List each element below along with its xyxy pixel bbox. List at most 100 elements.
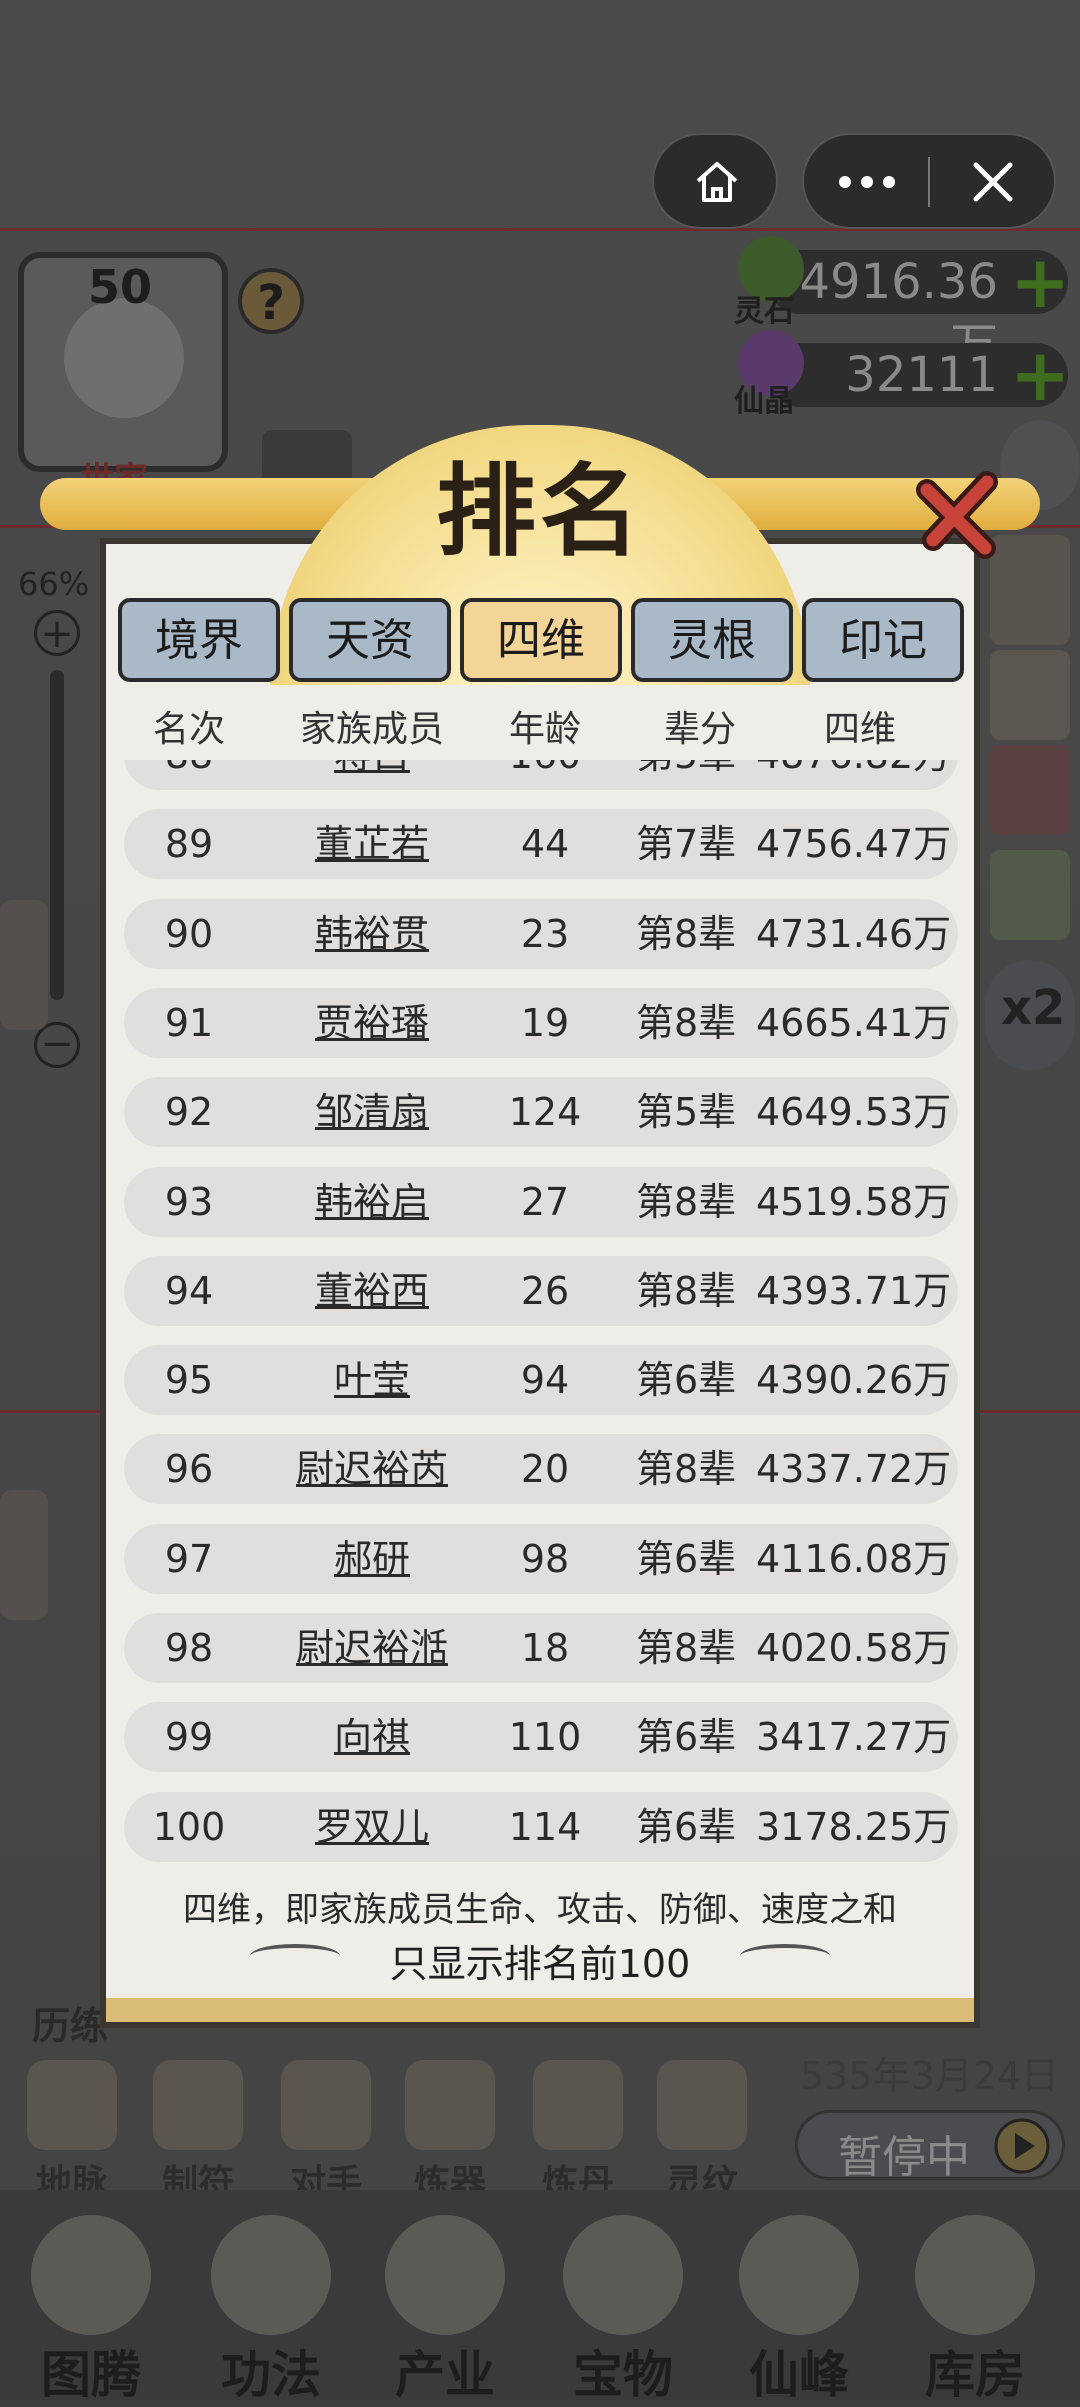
member-name-link[interactable]: 董裕西 xyxy=(254,1256,490,1326)
family-member-card[interactable] xyxy=(0,1490,48,1620)
nav-storehouse[interactable]: 库房 xyxy=(900,2215,1050,2407)
ranking-row[interactable]: 91 贾裕璠 19 第8辈 4665.41万 xyxy=(124,987,958,1058)
tab-mark[interactable]: 印记 xyxy=(802,598,964,682)
more-icon[interactable] xyxy=(838,173,896,191)
stat-value-cell: 3417.27万 xyxy=(756,1715,952,1760)
tab-talent[interactable]: 天资 xyxy=(289,598,451,682)
game-date: 535年3月24日 xyxy=(800,2054,1060,2098)
member-name-link[interactable]: 韩裕贯 xyxy=(254,899,490,969)
generation-cell: 第7辈 xyxy=(636,822,737,867)
map-icon[interactable] xyxy=(990,850,1070,940)
member-name-link[interactable]: 罗双儿 xyxy=(254,1792,490,1862)
member-name-link[interactable]: 邹清扇 xyxy=(254,1077,490,1147)
member-name-link[interactable]: 董芷若 xyxy=(254,809,490,879)
tab-spirit-root[interactable]: 灵根 xyxy=(631,598,793,682)
age-cell: 26 xyxy=(520,1268,570,1313)
history-label[interactable]: 历练 xyxy=(32,1995,108,2050)
ranking-row[interactable]: 95 叶莹 94 第6辈 4390.26万 xyxy=(124,1345,958,1416)
header-age: 年龄 xyxy=(508,709,581,750)
book-icon[interactable] xyxy=(990,745,1070,835)
earth-vein-button[interactable]: 地脉 xyxy=(22,2060,122,2206)
stat-value-cell: 4390.26万 xyxy=(756,1358,952,1403)
age-cell: 44 xyxy=(520,822,570,867)
nav-industry[interactable]: 产业 xyxy=(370,2215,520,2407)
member-name-link[interactable]: 尉迟裕芮 xyxy=(254,1434,490,1504)
zoom-slider[interactable] xyxy=(50,670,64,1000)
member-name-link[interactable]: 韩裕启 xyxy=(254,1167,490,1237)
player-level: 50 xyxy=(88,260,153,314)
modal-bottom-border xyxy=(100,1998,980,2028)
tab-four-stats[interactable]: 四维 xyxy=(460,598,622,682)
nav-treasure[interactable]: 宝物 xyxy=(548,2215,698,2407)
generation-cell: 第8辈 xyxy=(636,1626,737,1670)
close-icon[interactable] xyxy=(968,157,1018,207)
separator xyxy=(928,157,930,207)
zoom-level: 66% xyxy=(18,565,90,603)
immortal-crystal-label: 仙晶 xyxy=(734,384,794,419)
add-crystal-button[interactable]: + xyxy=(1010,339,1070,411)
member-name-link[interactable]: 尉迟裕湉 xyxy=(254,1613,490,1683)
nav-totem[interactable]: 图腾 xyxy=(16,2215,166,2407)
ranking-row[interactable]: 99 向祺 110 第6辈 3417.27万 xyxy=(124,1702,958,1773)
ranking-row[interactable]: 96 尉迟裕芮 20 第8辈 4337.72万 xyxy=(124,1434,958,1505)
family-member-card[interactable] xyxy=(0,900,48,1030)
tab-realm[interactable]: 境界 xyxy=(118,598,280,682)
talisman-button[interactable]: 制符 xyxy=(148,2060,248,2206)
generation-cell: 第6辈 xyxy=(636,1715,737,1760)
technique-icon xyxy=(211,2215,331,2335)
member-name-link[interactable]: 郝研 xyxy=(254,1524,490,1594)
home-button[interactable] xyxy=(652,133,778,229)
help-button[interactable]: ? xyxy=(238,268,304,334)
limit-note: 只显示排名前100 xyxy=(389,1942,691,1986)
treasure-icon xyxy=(563,2215,683,2335)
ranking-row[interactable]: 98 尉迟裕湉 18 第8辈 4020.58万 xyxy=(124,1613,958,1683)
age-cell: 114 xyxy=(508,1804,582,1849)
nav-technique[interactable]: 功法 xyxy=(196,2215,346,2407)
talisman-icon xyxy=(153,2060,243,2150)
ranking-row[interactable]: 93 韩裕启 27 第8辈 4519.58万 xyxy=(124,1166,958,1237)
rank-cell: 94 xyxy=(164,1268,214,1313)
ranking-row[interactable]: 92 邹清扇 124 第5辈 4649.53万 xyxy=(124,1077,958,1148)
member-name-link[interactable]: 向祺 xyxy=(254,1702,490,1772)
bag-icon[interactable] xyxy=(990,650,1070,740)
member-name-link[interactable]: 叶莹 xyxy=(254,1345,490,1415)
nav-storehouse-label: 库房 xyxy=(925,2346,1025,2404)
close-modal-button[interactable] xyxy=(915,470,1005,560)
generation-cell: 第5辈 xyxy=(636,760,756,790)
modal-title: 排名 xyxy=(436,453,644,570)
stat-value-cell: 4731.46万 xyxy=(756,911,952,956)
nav-treasure-label: 宝物 xyxy=(573,2346,673,2404)
member-name-link[interactable]: 蒋白 xyxy=(254,760,490,790)
age-cell: 94 xyxy=(520,1358,570,1403)
alchemy-button[interactable]: 炼丹 xyxy=(528,2060,628,2206)
age-cell: 20 xyxy=(520,1447,570,1492)
rank-cell: 96 xyxy=(164,1447,214,1492)
ranking-row[interactable]: 97 郝研 98 第6辈 4116.08万 xyxy=(124,1523,958,1594)
header-generation: 辈分 xyxy=(663,709,736,750)
ranking-list[interactable]: 88蒋白160第5辈4876.82万89董芷若44第7辈4756.47万90韩裕… xyxy=(118,760,964,1872)
ranking-row[interactable]: 88蒋白160 第5辈4876.82万 xyxy=(124,760,958,790)
opponent-button[interactable]: 对手 xyxy=(276,2060,376,2206)
ranking-row[interactable]: 90 韩裕贯 23 第8辈 4731.46万 xyxy=(124,898,958,969)
rune-button[interactable]: 灵纹 xyxy=(652,2060,752,2206)
stat-value-cell: 3178.25万 xyxy=(756,1804,952,1849)
stat-value-cell: 4020.58万 xyxy=(756,1626,952,1670)
age-cell: 98 xyxy=(520,1536,570,1581)
pause-button[interactable]: 暂停中 xyxy=(795,2110,1065,2183)
rank-cell: 89 xyxy=(164,822,214,867)
header-rank: 名次 xyxy=(152,709,225,750)
rank-cell: 95 xyxy=(164,1358,214,1403)
header-member: 家族成员 xyxy=(299,709,444,750)
zoom-in-button[interactable]: + xyxy=(34,610,80,656)
stat-value-cell: 4337.72万 xyxy=(756,1447,952,1492)
forge-button[interactable]: 炼器 xyxy=(400,2060,500,2206)
nav-peak[interactable]: 仙峰 xyxy=(724,2215,874,2407)
speed-button[interactable]: x2 xyxy=(985,960,1075,1070)
ranking-row[interactable]: 89 董芷若 44 第7辈 4756.47万 xyxy=(124,809,958,880)
member-name-link[interactable]: 贾裕璠 xyxy=(254,988,490,1058)
add-spirit-stone-button[interactable]: + xyxy=(1010,246,1070,318)
ranking-row[interactable]: 94 董裕西 26 第8辈 4393.71万 xyxy=(124,1255,958,1326)
generation-cell: 第6辈 xyxy=(636,1536,737,1581)
rank-cell: 92 xyxy=(164,1090,214,1135)
ranking-row[interactable]: 100 罗双儿 114 第6辈 3178.25万 xyxy=(124,1791,958,1862)
